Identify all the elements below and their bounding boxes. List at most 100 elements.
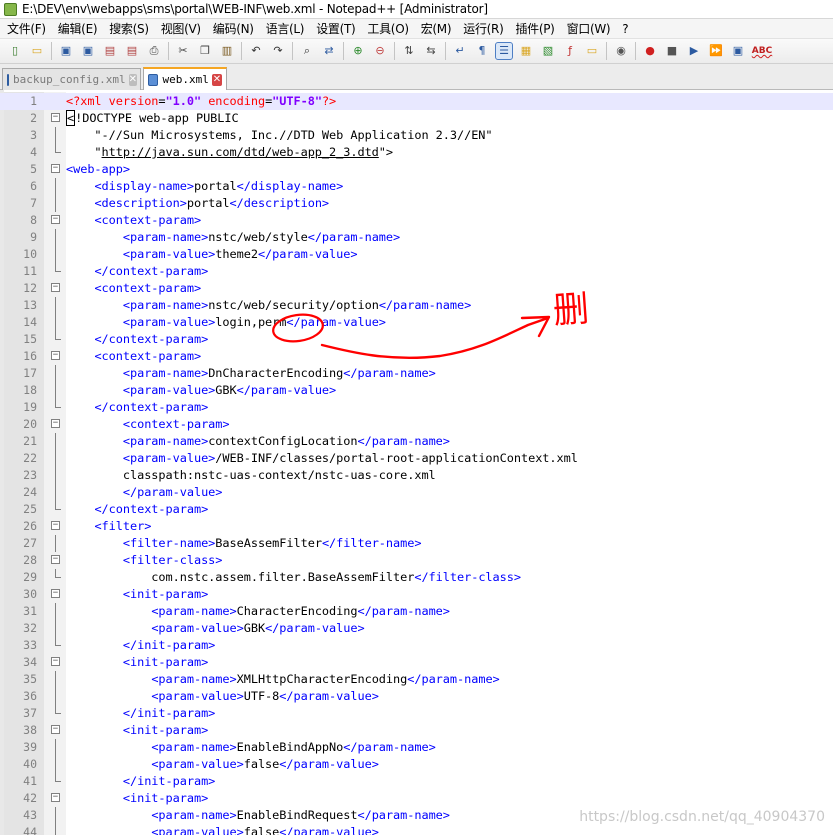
open-file-icon[interactable]: ▭ — [29, 43, 45, 59]
code-line[interactable]: 36 <param-value>UTF-8</param-value> — [0, 688, 833, 705]
fold-toggle-icon[interactable]: − — [51, 555, 60, 564]
paste-icon[interactable]: ▥ — [219, 43, 235, 59]
replace-icon[interactable]: ⇄ — [321, 43, 337, 59]
undo-icon[interactable]: ↶ — [248, 43, 264, 59]
menu-item[interactable]: 视图(V) — [155, 20, 207, 37]
fold-toggle-icon[interactable]: − — [51, 657, 60, 666]
code-line[interactable]: 32 <param-value>GBK</param-value> — [0, 620, 833, 637]
fold-toggle-icon[interactable]: − — [51, 725, 60, 734]
code-line[interactable]: 14 <param-value>login,perm</param-value> — [0, 314, 833, 331]
code-line[interactable]: 16 − <context-param> — [0, 348, 833, 365]
close-tab-icon[interactable]: ✕ — [128, 73, 137, 86]
redo-icon[interactable]: ↷ — [270, 43, 286, 59]
code-line[interactable]: 17 <param-name>DnCharacterEncoding</para… — [0, 365, 833, 382]
code-line[interactable]: 22 <param-value>/WEB-INF/classes/portal-… — [0, 450, 833, 467]
menu-item[interactable]: 语言(L) — [260, 20, 311, 37]
sync-vertical-icon[interactable]: ⇅ — [401, 43, 417, 59]
code-line[interactable]: 8 − <context-param> — [0, 212, 833, 229]
spell-check-icon[interactable]: ABC — [752, 43, 772, 59]
code-line[interactable]: 9 <param-name>nstc/web/style</param-name… — [0, 229, 833, 246]
indent-guide-icon[interactable]: ☰ — [495, 42, 513, 60]
fold-toggle-icon[interactable]: − — [51, 113, 60, 122]
code-line[interactable]: 5 − <web-app> — [0, 161, 833, 178]
code-line[interactable]: 10 <param-value>theme2</param-value> — [0, 246, 833, 263]
fold-toggle-icon[interactable]: − — [51, 589, 60, 598]
fold-toggle-icon[interactable]: − — [51, 419, 60, 428]
record-macro-icon[interactable]: ● — [642, 43, 658, 59]
code-line[interactable]: 6 <display-name>portal</display-name> — [0, 178, 833, 195]
code-line[interactable]: 44 <param-value>false</param-value> — [0, 824, 833, 835]
fold-toggle-icon[interactable]: − — [51, 215, 60, 224]
menu-item[interactable]: 工具(O) — [361, 20, 414, 37]
code-line[interactable]: 29 com.nstc.assem.filter.BaseAssemFilter… — [0, 569, 833, 586]
function-list-icon[interactable]: ƒ — [562, 43, 578, 59]
code-line[interactable]: 28 − <filter-class> — [0, 552, 833, 569]
menu-item[interactable]: 窗口(W) — [561, 20, 617, 37]
code-line[interactable]: 2 − <!DOCTYPE web-app PUBLIC — [0, 110, 833, 127]
code-editor[interactable]: 1 <?xml version="1.0" encoding="UTF-8"?> 2… — [0, 90, 833, 835]
code-line[interactable]: 21 <param-name>contextConfigLocation</pa… — [0, 433, 833, 450]
fold-toggle-icon[interactable]: − — [51, 793, 60, 802]
code-line[interactable]: 33 </init-param> — [0, 637, 833, 654]
menu-item[interactable]: 编码(N) — [207, 20, 260, 37]
code-line[interactable]: 13 <param-name>nstc/web/security/option<… — [0, 297, 833, 314]
menu-item[interactable]: 插件(P) — [509, 20, 560, 37]
close-all-icon[interactable]: ▤ — [124, 43, 140, 59]
tab-backup-config[interactable]: backup_config.xml ✕ — [2, 68, 141, 90]
copy-icon[interactable]: ❐ — [197, 43, 213, 59]
code-line[interactable]: 26 − <filter> — [0, 518, 833, 535]
tab-web-xml[interactable]: web.xml ✕ — [143, 67, 227, 90]
code-line[interactable]: 40 <param-value>false</param-value> — [0, 756, 833, 773]
code-line[interactable]: 11 </context-param> — [0, 263, 833, 280]
user-language-icon[interactable]: ▦ — [518, 43, 534, 59]
fold-toggle-icon[interactable]: − — [51, 164, 60, 173]
play-macro-icon[interactable]: ▶ — [686, 43, 702, 59]
doc-map-icon[interactable]: ▧ — [540, 43, 556, 59]
code-line[interactable]: 30 − <init-param> — [0, 586, 833, 603]
menu-item[interactable]: 编辑(E) — [52, 20, 103, 37]
code-line[interactable]: 31 <param-name>CharacterEncoding</param-… — [0, 603, 833, 620]
find-icon[interactable]: ⌕ — [299, 43, 315, 59]
zoom-in-icon[interactable]: ⊕ — [350, 43, 366, 59]
save-icon[interactable]: ▣ — [58, 43, 74, 59]
code-line[interactable]: 37 </init-param> — [0, 705, 833, 722]
code-line[interactable]: 18 <param-value>GBK</param-value> — [0, 382, 833, 399]
code-line[interactable]: 1 <?xml version="1.0" encoding="UTF-8"?> — [0, 93, 833, 110]
print-icon[interactable]: ⎙ — [146, 43, 162, 59]
code-line[interactable]: 25 </context-param> — [0, 501, 833, 518]
fold-toggle-icon[interactable]: − — [51, 521, 60, 530]
save-macro-icon[interactable]: ▣ — [730, 43, 746, 59]
code-line[interactable]: 34 − <init-param> — [0, 654, 833, 671]
code-line[interactable]: 42 − <init-param> — [0, 790, 833, 807]
fold-toggle-icon[interactable]: − — [51, 283, 60, 292]
word-wrap-icon[interactable]: ↵ — [452, 43, 468, 59]
menu-item[interactable]: 设置(T) — [310, 20, 361, 37]
fold-toggle-icon[interactable]: − — [51, 351, 60, 360]
run-macro-multiple-icon[interactable]: ⏩ — [708, 43, 724, 59]
folder-workspace-icon[interactable]: ▭ — [584, 43, 600, 59]
menu-item[interactable]: 运行(R) — [457, 20, 509, 37]
cut-icon[interactable]: ✂ — [175, 43, 191, 59]
code-line[interactable]: 23 classpath:nstc-uas-context/nstc-uas-c… — [0, 467, 833, 484]
menu-item[interactable]: 宏(M) — [415, 20, 458, 37]
code-line[interactable]: 20 − <context-param> — [0, 416, 833, 433]
code-line[interactable]: 41 </init-param> — [0, 773, 833, 790]
code-line[interactable]: 19 </context-param> — [0, 399, 833, 416]
menu-item[interactable]: 搜索(S) — [103, 20, 154, 37]
code-line[interactable]: 24 </param-value> — [0, 484, 833, 501]
menu-item[interactable]: 文件(F) — [0, 20, 52, 37]
monitoring-icon[interactable]: ◉ — [613, 43, 629, 59]
code-line[interactable]: 4 "http://java.sun.com/dtd/web-app_2_3.d… — [0, 144, 833, 161]
stop-macro-icon[interactable]: ■ — [664, 43, 680, 59]
close-tab-icon[interactable]: ✕ — [211, 73, 222, 86]
save-all-icon[interactable]: ▣ — [80, 43, 96, 59]
code-line[interactable]: 15 </context-param> — [0, 331, 833, 348]
sync-horizontal-icon[interactable]: ⇆ — [423, 43, 439, 59]
zoom-out-icon[interactable]: ⊖ — [372, 43, 388, 59]
code-line[interactable]: 3 "-//Sun Microsystems, Inc.//DTD Web Ap… — [0, 127, 833, 144]
code-line[interactable]: 27 <filter-name>BaseAssemFilter</filter-… — [0, 535, 833, 552]
code-line[interactable]: 7 <description>portal</description> — [0, 195, 833, 212]
menu-item[interactable]: ? — [616, 22, 634, 36]
code-line[interactable]: 12 − <context-param> — [0, 280, 833, 297]
show-all-chars-icon[interactable]: ¶ — [474, 43, 490, 59]
